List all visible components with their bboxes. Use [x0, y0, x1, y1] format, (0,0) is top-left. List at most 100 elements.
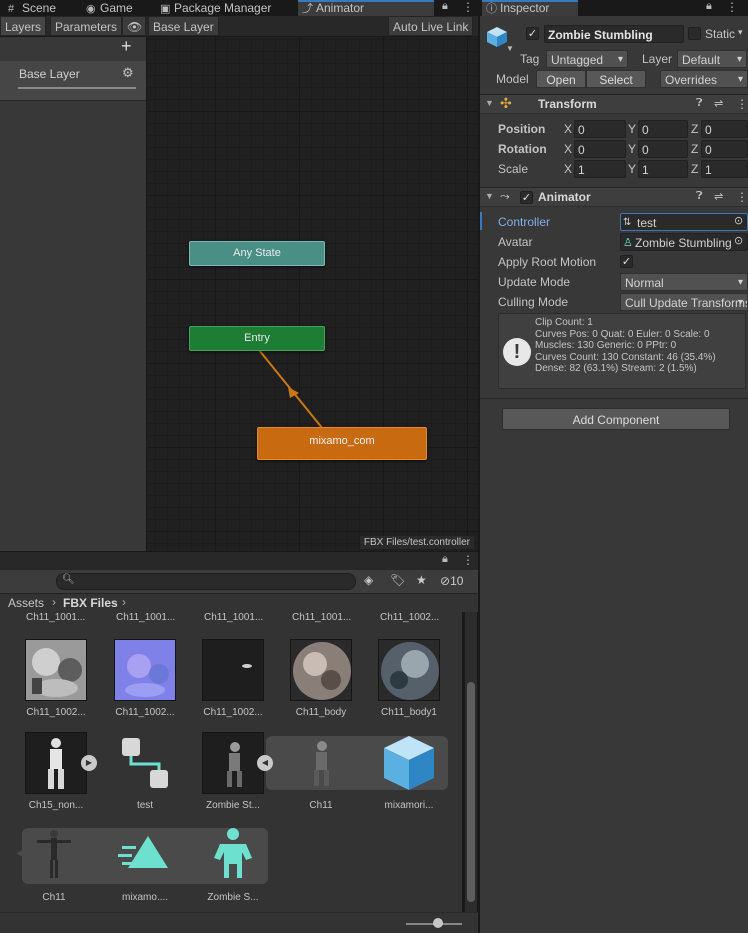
help-icon[interactable]: ❓︎	[696, 97, 703, 110]
asset-model[interactable]: Ch15_non...	[24, 732, 88, 811]
animator-info-box: ! Clip Count: 1 Curves Pos: 0 Quat: 0 Eu…	[498, 313, 746, 389]
scale-x-input[interactable]: 1	[574, 160, 626, 178]
foldout-arrow-icon[interactable]: ▼	[485, 191, 494, 201]
controller-field[interactable]: ⇅ test	[620, 213, 748, 231]
filter-by-type-icon[interactable]: ◈	[364, 573, 373, 587]
asset-label-partial[interactable]: Ch11_1001...	[26, 612, 85, 623]
asset-mixamorig[interactable]: mixamori...	[377, 732, 441, 811]
eye-icon: 👁︎	[127, 20, 143, 34]
breadcrumb-fbx-files[interactable]: FBX Files	[63, 596, 118, 610]
static-checkbox[interactable]	[688, 27, 701, 40]
animator-component-header[interactable]: ▼ ⤳ ✓ Animator ❓︎ ⇌ ⋮	[480, 187, 748, 207]
gear-icon[interactable]: ⚙	[122, 65, 134, 81]
project-more-icon[interactable]: ⋮	[462, 553, 474, 567]
culling-mode-dropdown[interactable]: Cull Update Transforms	[620, 293, 748, 311]
breadcrumb-assets[interactable]: Assets	[8, 596, 44, 610]
layer-item-base[interactable]: Base Layer ⚙	[0, 61, 146, 101]
animator-graph[interactable]: Any State Entry mixamo_com FBX Files/tes…	[147, 37, 478, 551]
active-checkbox[interactable]: ✓	[526, 27, 539, 40]
rotation-x-input[interactable]: 0	[574, 140, 626, 158]
tag-dropdown[interactable]: Untagged	[546, 50, 628, 68]
controller-picker-icon[interactable]: ⊙	[734, 214, 743, 227]
tab-package-manager[interactable]: ▣ Package Manager	[156, 0, 296, 16]
overrides-dropdown[interactable]: Overrides	[660, 70, 748, 88]
tab-scene[interactable]: # Scene	[4, 0, 88, 16]
scale-label: Scale	[498, 162, 529, 176]
tab-layers[interactable]: Layers	[0, 16, 47, 36]
asset-texture[interactable]: Ch11_1002...	[201, 639, 265, 718]
preset-icon[interactable]: ⇌	[714, 97, 723, 110]
tab-game[interactable]: ◉ Game	[82, 0, 158, 16]
animator-component-title: Animator	[538, 190, 591, 204]
search-input[interactable]: 🔍︎	[56, 573, 356, 590]
asset-grid-scrollbar[interactable]	[465, 612, 477, 912]
scrollbar-thumb[interactable]	[467, 682, 475, 902]
position-y-input[interactable]: 0	[638, 120, 688, 138]
tab-animator[interactable]: ⤴ Animator	[298, 0, 434, 16]
hidden-packages-toggle[interactable]: ⊘10	[440, 574, 463, 588]
asset-label-partial[interactable]: Ch11_1001...	[292, 612, 351, 623]
asset-label-partial[interactable]: Ch11_1001...	[116, 612, 175, 623]
package-icon: ▣	[160, 3, 171, 15]
auto-live-link-button[interactable]: Auto Live Link	[388, 16, 474, 36]
project-lock-icon[interactable]: 🔒︎	[442, 553, 448, 566]
expand-play-icon[interactable]: ▶	[81, 755, 97, 771]
model-figure-thumb	[25, 732, 87, 794]
asset-label-partial[interactable]: Ch11_1001...	[204, 612, 263, 623]
tab-parameters[interactable]: Parameters	[50, 16, 123, 36]
state-mixamo-com[interactable]: mixamo_com	[257, 427, 427, 460]
eye-toggle[interactable]: 👁︎	[122, 16, 146, 36]
open-button[interactable]: Open	[536, 70, 586, 88]
asset-ch11-mesh[interactable]: Ch11	[22, 824, 86, 903]
asset-texture[interactable]: Ch11_1002...	[24, 639, 88, 718]
asset-animation-clip[interactable]: mixamo....	[113, 824, 177, 903]
position-z-input[interactable]: 0	[701, 120, 748, 138]
asset-texture[interactable]: Ch11_1002...	[113, 639, 177, 718]
add-layer-button[interactable]: +	[121, 36, 132, 57]
position-label: Position	[498, 122, 546, 136]
add-component-button[interactable]: Add Component	[502, 408, 730, 430]
animator-enabled-checkbox[interactable]: ✓	[520, 191, 533, 204]
avatar-field[interactable]: ♙ Zombie Stumbling	[620, 233, 748, 251]
component-menu-icon[interactable]: ⋮	[736, 97, 748, 111]
lock-icon[interactable]: 🔒︎	[442, 0, 448, 13]
asset-model[interactable]: Zombie St...	[201, 732, 265, 811]
asset-label-partial[interactable]: Ch11_1002...	[380, 612, 439, 623]
prefab-cube-icon	[378, 732, 440, 794]
scale-z-input[interactable]: 1	[701, 160, 748, 178]
update-mode-dropdown[interactable]: Normal	[620, 273, 748, 291]
asset-ch11-model[interactable]: Ch11	[289, 732, 353, 811]
cube-dropdown-icon[interactable]: ▼	[506, 44, 514, 53]
state-entry[interactable]: Entry	[189, 326, 325, 351]
foldout-arrow-icon[interactable]: ▼	[485, 98, 494, 108]
transform-header[interactable]: ▼ ✣ Transform ❓︎ ⇌ ⋮	[480, 94, 748, 114]
preset-icon[interactable]: ⇌	[714, 190, 723, 203]
asset-material[interactable]: Ch11_body1	[377, 639, 441, 718]
rotation-y-input[interactable]: 0	[638, 140, 688, 158]
inspector-lock-icon[interactable]: 🔒︎	[706, 0, 712, 13]
favorite-star-icon[interactable]: ★	[416, 573, 427, 587]
rotation-z-input[interactable]: 0	[701, 140, 748, 158]
inspector-more-icon[interactable]: ⋮	[726, 0, 738, 14]
position-x-input[interactable]: 0	[574, 120, 626, 138]
static-dropdown-icon[interactable]: ▾	[738, 27, 743, 38]
help-icon[interactable]: ❓︎	[696, 190, 703, 203]
asset-animator-controller[interactable]: test	[113, 732, 177, 811]
component-menu-icon[interactable]: ⋮	[736, 190, 748, 204]
filter-by-label-icon[interactable]: 🏷︎	[390, 573, 405, 587]
state-any-state[interactable]: Any State	[189, 241, 325, 266]
asset-material[interactable]: Ch11_body	[289, 639, 353, 718]
collapse-play-icon[interactable]: ◀	[257, 755, 273, 771]
more-menu-icon[interactable]: ⋮	[462, 0, 474, 14]
select-button[interactable]: Select	[586, 70, 646, 88]
inspector-panel: ▼ ✓ Zombie Stumbling Static ▾ Tag Untagg…	[480, 16, 748, 933]
apply-root-motion-checkbox[interactable]: ✓	[620, 255, 633, 268]
scale-y-input[interactable]: 1	[638, 160, 688, 178]
breadcrumb-base-layer[interactable]: Base Layer	[148, 16, 219, 36]
avatar-picker-icon[interactable]: ⊙	[734, 234, 743, 247]
layer-dropdown[interactable]: Default	[677, 50, 747, 68]
tab-inspector[interactable]: ⓘ Inspector	[482, 0, 578, 16]
zoom-slider-handle[interactable]	[433, 918, 443, 928]
object-name-input[interactable]: Zombie Stumbling	[544, 25, 684, 43]
asset-avatar[interactable]: Zombie S...	[201, 824, 265, 903]
